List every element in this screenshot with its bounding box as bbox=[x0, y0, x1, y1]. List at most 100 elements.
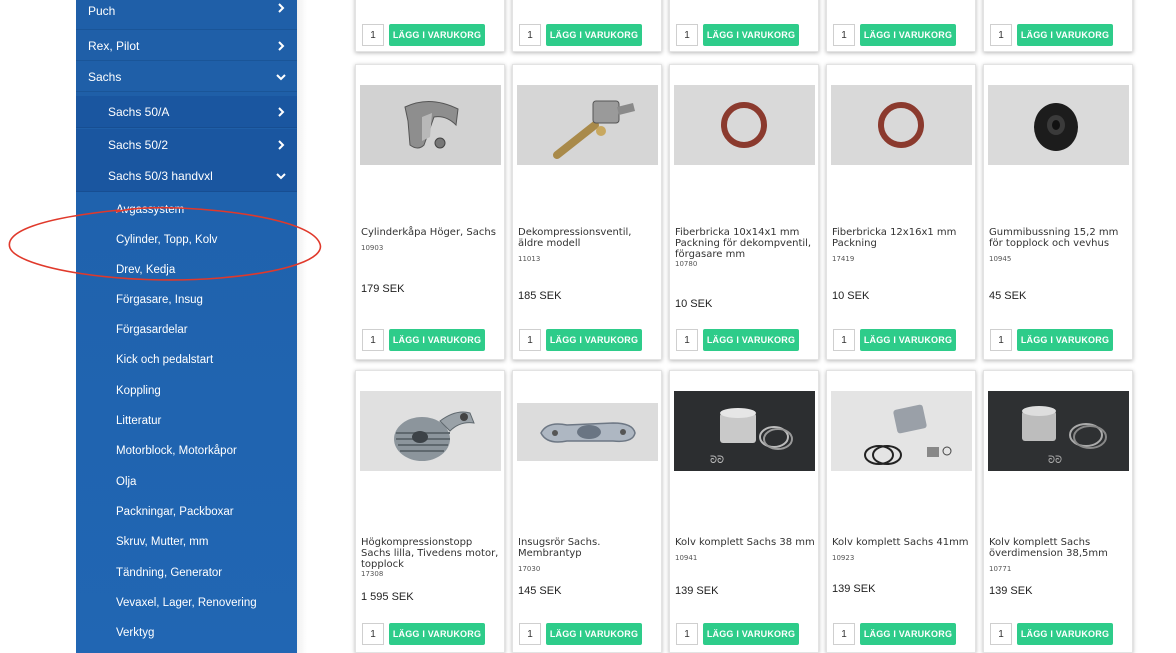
product-price: 139 SEK bbox=[675, 585, 719, 597]
sidebar-item-sachs-50a[interactable]: Sachs 50/A bbox=[76, 96, 297, 128]
product-sku: 17030 bbox=[518, 565, 541, 573]
sidebar-item-forgasare-insug[interactable]: Förgasare, Insug bbox=[76, 285, 297, 315]
product-card[interactable]: ᘐᘐ Kolv komplett Sachs överdimension 38,… bbox=[983, 370, 1133, 653]
sidebar-item-motorblock[interactable]: Motorblock, Motorkåpor bbox=[76, 436, 297, 466]
product-name[interactable]: Fiberbricka 12x16x1 mm Packning 17419 bbox=[832, 227, 972, 264]
product-card[interactable]: Fiberbricka 12x16x1 mm Packning 17419 10 … bbox=[826, 64, 976, 360]
product-sku: 11013 bbox=[518, 255, 541, 263]
quantity-input[interactable]: 1 bbox=[990, 24, 1012, 46]
product-name[interactable]: Gummibussning 15,2 mm för topplock och v… bbox=[989, 227, 1129, 264]
sidebar-item-olja[interactable]: Olja bbox=[76, 467, 297, 497]
product-name[interactable]: Insugsrör Sachs. Membrantyp 17030 bbox=[518, 537, 658, 574]
sidebar-item-packningar[interactable]: Packningar, Packboxar bbox=[76, 497, 297, 527]
chevron-down-icon bbox=[275, 170, 287, 182]
quantity-input[interactable]: 1 bbox=[362, 24, 384, 46]
add-to-cart-button[interactable]: LÄGG I VARUKORG bbox=[860, 24, 956, 46]
add-to-cart-button[interactable]: LÄGG I VARUKORG bbox=[703, 329, 799, 351]
quantity-input[interactable]: 1 bbox=[362, 329, 384, 351]
sidebar-item-litteratur[interactable]: Litteratur bbox=[76, 406, 297, 436]
product-card[interactable]: Cylinderkåpa Höger, Sachs 10903 179 SEK 1… bbox=[355, 64, 505, 360]
product-image[interactable] bbox=[988, 85, 1129, 165]
product-card[interactable]: Kolv komplett Sachs 41mm 10923 139 SEK 1 … bbox=[826, 370, 976, 653]
add-to-cart-button[interactable]: LÄGG I VARUKORG bbox=[389, 24, 485, 46]
sidebar-item-tandning-generator[interactable]: Tändning, Generator bbox=[76, 558, 297, 588]
quantity-input[interactable]: 1 bbox=[676, 24, 698, 46]
add-to-cart-button[interactable]: LÄGG I VARUKORG bbox=[1017, 623, 1113, 645]
sidebar-item-rex-pilot[interactable]: Rex, Pilot bbox=[76, 31, 297, 61]
sidebar-item-label: Litteratur bbox=[116, 415, 162, 427]
product-name[interactable]: Kolv komplett Sachs 41mm 10923 bbox=[832, 537, 972, 563]
quantity-input[interactable]: 1 bbox=[362, 623, 384, 645]
sidebar-item-avgassystem[interactable]: Avgassystem bbox=[76, 195, 297, 225]
quantity-input[interactable]: 1 bbox=[833, 623, 855, 645]
add-to-cart-button[interactable]: LÄGG I VARUKORG bbox=[1017, 24, 1113, 46]
product-card[interactable]: ᘐᘐ Kolv komplett Sachs 38 mm 10941 139 SE… bbox=[669, 370, 819, 653]
sidebar-item-kick-pedalstart[interactable]: Kick och pedalstart bbox=[76, 345, 297, 375]
product-card[interactable]: Insugsrör Sachs. Membrantyp 17030 145 SEK… bbox=[512, 370, 662, 653]
sidebar-item-drev-kedja[interactable]: Drev, Kedja bbox=[76, 255, 297, 285]
quantity-input[interactable]: 1 bbox=[519, 24, 541, 46]
add-to-cart-button[interactable]: LÄGG I VARUKORG bbox=[389, 329, 485, 351]
sidebar-item-label: Skruv, Mutter, mm bbox=[116, 536, 209, 548]
quantity-input[interactable]: 1 bbox=[676, 329, 698, 351]
product-name[interactable]: Kolv komplett Sachs 38 mm 10941 bbox=[675, 537, 815, 563]
sidebar-item-skruv-mutter[interactable]: Skruv, Mutter, mm bbox=[76, 527, 297, 557]
quantity-input[interactable]: 1 bbox=[990, 329, 1012, 351]
add-to-cart-button[interactable]: LÄGG I VARUKORG bbox=[389, 623, 485, 645]
sidebar-item-label: Verktyg bbox=[116, 627, 155, 639]
product-card-partial: 1 LÄGG I VARUKORG bbox=[355, 0, 505, 52]
product-name[interactable]: Cylinderkåpa Höger, Sachs 10903 bbox=[361, 227, 501, 253]
chevron-right-icon bbox=[275, 40, 287, 52]
sidebar-item-sachs[interactable]: Sachs bbox=[76, 62, 297, 92]
svg-text:ᘐᘐ: ᘐᘐ bbox=[710, 455, 724, 466]
sidebar-item-cylinder-topp-kolv[interactable]: Cylinder, Topp, Kolv bbox=[76, 225, 297, 255]
product-name[interactable]: Högkompressionstopp Sachs lilla, Tiveden… bbox=[361, 537, 501, 579]
product-image[interactable] bbox=[517, 403, 658, 461]
product-image[interactable]: ᘐᘐ bbox=[988, 391, 1129, 471]
product-sku: 10771 bbox=[989, 565, 1012, 573]
product-price: 10 SEK bbox=[832, 290, 870, 302]
add-to-cart-button[interactable]: LÄGG I VARUKORG bbox=[703, 623, 799, 645]
chevron-down-icon bbox=[275, 71, 287, 83]
sidebar-item-verktyg[interactable]: Verktyg bbox=[76, 618, 297, 648]
quantity-input[interactable]: 1 bbox=[833, 329, 855, 351]
quantity-input[interactable]: 1 bbox=[833, 24, 855, 46]
product-name[interactable]: Kolv komplett Sachs överdimension 38,5mm… bbox=[989, 537, 1129, 574]
sidebar-item-koppling[interactable]: Koppling bbox=[76, 376, 297, 406]
product-card[interactable]: Gummibussning 15,2 mm för topplock och v… bbox=[983, 64, 1133, 360]
add-to-cart-button[interactable]: LÄGG I VARUKORG bbox=[546, 329, 642, 351]
product-name[interactable]: Fiberbricka 10x14x1 mm Packning för deko… bbox=[675, 227, 815, 269]
add-to-cart-button[interactable]: LÄGG I VARUKORG bbox=[546, 24, 642, 46]
add-to-cart-button[interactable]: LÄGG I VARUKORG bbox=[1017, 329, 1113, 351]
product-image[interactable] bbox=[360, 85, 501, 165]
product-image[interactable] bbox=[517, 85, 658, 165]
product-card[interactable]: Högkompressionstopp Sachs lilla, Tiveden… bbox=[355, 370, 505, 653]
product-image[interactable] bbox=[360, 391, 501, 471]
sidebar-item-label: Tändning, Generator bbox=[116, 567, 223, 579]
sidebar-item-label: Koppling bbox=[116, 385, 161, 397]
sidebar-item-label: Packningar, Packboxar bbox=[116, 506, 234, 518]
sidebar-item-forgasardelar[interactable]: Förgasardelar bbox=[76, 315, 297, 345]
add-to-cart-button[interactable]: LÄGG I VARUKORG bbox=[860, 329, 956, 351]
sidebar-item-sachs-502[interactable]: Sachs 50/2 bbox=[76, 129, 297, 161]
quantity-input[interactable]: 1 bbox=[519, 623, 541, 645]
product-image[interactable] bbox=[674, 85, 815, 165]
sidebar-item-puch[interactable]: Puch bbox=[76, 0, 297, 30]
product-card[interactable]: Fiberbricka 10x14x1 mm Packning för deko… bbox=[669, 64, 819, 360]
product-price: 179 SEK bbox=[361, 283, 405, 295]
quantity-input[interactable]: 1 bbox=[676, 623, 698, 645]
product-card-partial: 1 LÄGG I VARUKORG bbox=[983, 0, 1133, 52]
sidebar-item-sachs-503-handvxl[interactable]: Sachs 50/3 handvxl bbox=[76, 160, 297, 192]
sidebar-item-vevaxel[interactable]: Vevaxel, Lager, Renovering bbox=[76, 588, 297, 618]
add-to-cart-button[interactable]: LÄGG I VARUKORG bbox=[546, 623, 642, 645]
quantity-input[interactable]: 1 bbox=[990, 623, 1012, 645]
product-image[interactable]: ᘐᘐ bbox=[674, 391, 815, 471]
product-card[interactable]: Dekompressionsventil, äldre modell 11013 … bbox=[512, 64, 662, 360]
product-name[interactable]: Dekompressionsventil, äldre modell 11013 bbox=[518, 227, 658, 264]
category-sidebar: Puch Rex, Pilot Sachs Sachs 50/A Sachs 5… bbox=[76, 0, 297, 653]
product-image[interactable] bbox=[831, 391, 972, 471]
quantity-input[interactable]: 1 bbox=[519, 329, 541, 351]
add-to-cart-button[interactable]: LÄGG I VARUKORG bbox=[860, 623, 956, 645]
add-to-cart-button[interactable]: LÄGG I VARUKORG bbox=[703, 24, 799, 46]
product-image[interactable] bbox=[831, 85, 972, 165]
